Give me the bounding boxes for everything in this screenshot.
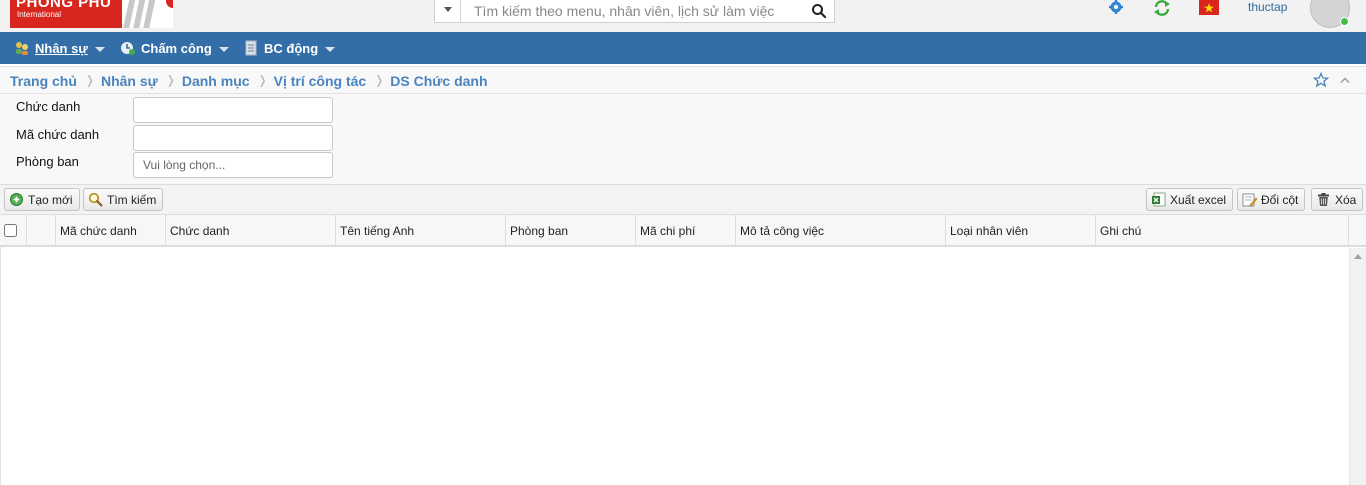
nav-item-nhan-su[interactable]: Nhân sự <box>14 32 105 64</box>
column-header-ma-chi-phi[interactable]: Mã chi phí <box>636 215 736 246</box>
columns-label: Đổi cột <box>1261 192 1299 207</box>
ma-chuc-danh-field[interactable] <box>133 125 333 151</box>
breadcrumb-separator-icon: ❭ <box>84 73 95 87</box>
logo-sub-text: International <box>17 10 62 19</box>
report-icon <box>245 40 257 56</box>
phong-ban-select[interactable] <box>133 152 333 178</box>
phong-ban-label: Phòng ban <box>16 154 79 169</box>
nav-label: Nhân sự <box>35 40 88 56</box>
create-label: Tạo mới <box>28 192 73 207</box>
breadcrumb-separator-icon: ❭ <box>257 73 268 87</box>
chevron-up-icon[interactable] <box>1339 76 1351 84</box>
column-header-chuc-danh[interactable]: Chức danh <box>166 215 336 246</box>
edit-columns-icon <box>1242 193 1257 207</box>
search-icon[interactable] <box>810 2 828 20</box>
global-search <box>434 0 835 23</box>
search-button[interactable]: Tìm kiếm <box>83 188 164 211</box>
clock-icon <box>121 42 135 55</box>
ma-chuc-danh-label: Mã chức danh <box>16 127 100 142</box>
chevron-down-icon <box>218 46 229 52</box>
nav-label: Chấm công <box>141 40 212 56</box>
breadcrumb-current: DS Chức danh <box>390 73 488 89</box>
header-checkbox-cell <box>0 215 27 246</box>
search-scope-dropdown[interactable] <box>435 0 461 22</box>
change-columns-button[interactable]: Đổi cột <box>1237 188 1306 211</box>
breadcrumb-bar: Trang chủ ❭ Nhân sự ❭ Danh mục ❭ Vị trí … <box>0 66 1366 94</box>
export-excel-button[interactable]: Xuất excel <box>1146 188 1234 211</box>
breadcrumb-item[interactable]: Danh mục <box>182 73 250 89</box>
online-status-dot <box>1340 17 1349 26</box>
column-header-ma-chuc-danh[interactable]: Mã chức danh <box>56 215 166 246</box>
breadcrumb: Trang chủ ❭ Nhân sự ❭ Danh mục ❭ Vị trí … <box>10 73 488 89</box>
breadcrumb-separator-icon: ❭ <box>165 73 176 87</box>
nav-item-bc-dong[interactable]: BC động <box>243 32 336 64</box>
nav-item-cham-cong[interactable]: Chấm công <box>120 32 229 64</box>
excel-icon <box>1152 192 1166 207</box>
main-nav: Nhân sự Chấm công BC động <box>0 32 1366 64</box>
column-header-mo-ta-cong-viec[interactable]: Mô tả công việc <box>736 215 946 246</box>
refresh-icon[interactable] <box>1152 0 1172 16</box>
column-header-loai-nhan-vien[interactable]: Loại nhân viên <box>946 215 1096 246</box>
column-header-ten-tieng-anh[interactable]: Tên tiếng Anh <box>336 215 506 246</box>
plus-circle-icon <box>10 193 23 206</box>
delete-button[interactable]: Xóa <box>1311 188 1364 211</box>
search-label: Tìm kiếm <box>107 192 157 207</box>
magnifier-icon <box>88 192 103 207</box>
star-icon[interactable] <box>1313 72 1329 88</box>
vertical-scrollbar[interactable] <box>1349 248 1366 485</box>
column-header-ghi-chu[interactable]: Ghi chú <box>1096 215 1349 246</box>
scroll-up-icon[interactable] <box>1354 254 1362 259</box>
column-header-phong-ban[interactable]: Phòng ban <box>506 215 636 246</box>
logo-stripe <box>142 0 156 28</box>
user-name[interactable]: thuctap <box>1248 0 1287 14</box>
grid-toolbar: Tạo mới Tìm kiếm Xuất excel Đổi cột Xóa <box>0 184 1366 214</box>
filter-form: Chức danh Mã chức danh Phòng ban <box>0 94 1366 184</box>
breadcrumb-item[interactable]: Nhân sự <box>101 73 158 89</box>
top-header: PHONG PHU International thuctap <box>0 0 1366 32</box>
chuc-danh-label: Chức danh <box>16 99 81 114</box>
vietnam-flag-icon[interactable] <box>1199 0 1219 16</box>
chevron-down-icon <box>94 46 105 52</box>
nav-label: BC động <box>264 40 319 56</box>
create-button[interactable]: Tạo mới <box>4 188 80 211</box>
gear-icon[interactable] <box>1106 0 1126 16</box>
header-action-cell <box>27 215 56 246</box>
export-label: Xuất excel <box>1170 192 1227 207</box>
select-all-checkbox[interactable] <box>4 224 17 237</box>
chevron-down-icon <box>325 46 336 52</box>
breadcrumb-item[interactable]: Trang chủ <box>10 73 77 89</box>
delete-label: Xóa <box>1335 192 1357 207</box>
search-input[interactable] <box>462 0 802 22</box>
company-logo[interactable]: PHONG PHU International <box>10 0 173 28</box>
breadcrumb-separator-icon: ❭ <box>374 73 385 87</box>
logo-dot <box>166 0 173 8</box>
grid-body <box>0 247 1366 485</box>
trash-icon <box>1318 193 1329 206</box>
grid-header: Mã chức danh Chức danh Tên tiếng Anh Phò… <box>0 214 1366 247</box>
chuc-danh-field[interactable] <box>133 97 333 123</box>
people-icon <box>16 42 28 55</box>
breadcrumb-item[interactable]: Vị trí công tác <box>274 73 367 89</box>
